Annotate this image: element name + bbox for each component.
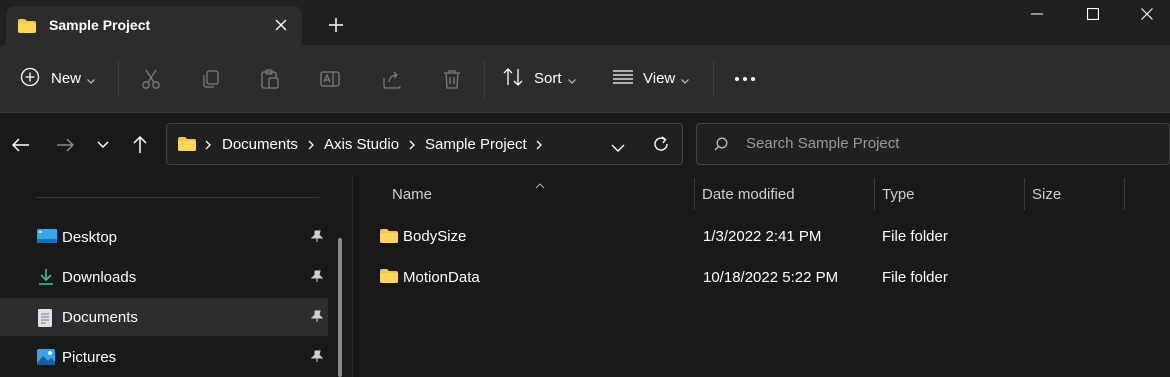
chevron-right-icon[interactable] — [205, 137, 211, 153]
more-icon[interactable] — [734, 45, 756, 112]
pane-divider[interactable] — [352, 176, 353, 377]
cut-icon[interactable] — [140, 45, 162, 112]
column-header-name[interactable]: Name — [392, 186, 432, 203]
file-name: BodySize — [403, 228, 467, 245]
desktop-icon — [37, 228, 57, 246]
close-icon[interactable] — [270, 14, 292, 36]
new-button[interactable]: New — [20, 45, 95, 112]
file-type: File folder — [882, 269, 948, 286]
back-arrow-icon[interactable] — [9, 133, 33, 157]
recent-locations-chevron-icon[interactable] — [91, 133, 115, 157]
pin-icon[interactable] — [310, 270, 324, 286]
pictures-icon — [37, 348, 55, 366]
table-row[interactable]: MotionData 10/18/2022 5:22 PM File folde… — [368, 259, 1148, 297]
breadcrumb-axis-studio[interactable]: Axis Studio — [324, 136, 399, 153]
breadcrumb-documents[interactable]: Documents — [222, 136, 298, 153]
tab-sample-project[interactable]: Sample Project — [6, 6, 302, 45]
title-bar: Sample Project — [0, 0, 1170, 45]
paste-icon[interactable] — [259, 45, 281, 112]
file-type: File folder — [882, 228, 948, 245]
pin-icon[interactable] — [310, 230, 324, 246]
sort-icon — [503, 67, 525, 90]
toolbar-divider — [484, 60, 485, 98]
sort-button[interactable]: Sort — [503, 45, 576, 112]
copy-icon[interactable] — [200, 45, 222, 112]
up-arrow-icon[interactable] — [128, 133, 152, 157]
toolbar-divider — [713, 60, 714, 98]
navigation-bar: Documents Axis Studio Sample Project — [0, 113, 1170, 176]
plus-icon[interactable] — [326, 15, 346, 35]
document-icon — [37, 308, 55, 327]
view-icon — [612, 69, 634, 88]
search-box[interactable] — [696, 123, 1170, 165]
column-header-date-modified[interactable]: Date modified — [702, 186, 795, 203]
sidebar-item-documents[interactable]: Documents — [0, 298, 328, 336]
view-label: View — [643, 70, 676, 87]
folder-icon — [379, 228, 399, 247]
file-date-modified: 1/3/2022 2:41 PM — [703, 228, 822, 245]
column-header-type[interactable]: Type — [882, 186, 915, 203]
sidebar-item-label: Documents — [62, 309, 138, 326]
sidebar-item-label: Pictures — [62, 349, 117, 366]
folder-icon — [17, 18, 37, 37]
chevron-right-icon[interactable] — [536, 137, 542, 153]
column-divider[interactable] — [1124, 178, 1125, 210]
rename-icon[interactable] — [319, 45, 341, 112]
breadcrumb-sample-project[interactable]: Sample Project — [425, 136, 527, 153]
sort-ascending-icon — [535, 176, 545, 192]
sidebar-item-downloads[interactable]: Downloads — [0, 258, 328, 296]
column-header-size[interactable]: Size — [1032, 186, 1061, 203]
chevron-right-icon[interactable] — [409, 137, 415, 153]
chevron-right-icon[interactable] — [308, 137, 314, 153]
address-bar[interactable]: Documents Axis Studio Sample Project — [166, 123, 683, 165]
sidebar-item-pictures[interactable]: Pictures — [0, 338, 328, 376]
forward-arrow-icon[interactable] — [53, 133, 77, 157]
delete-icon[interactable] — [441, 45, 463, 112]
sidebar-item-label: Desktop — [62, 229, 118, 246]
column-divider[interactable] — [874, 178, 875, 210]
download-icon — [37, 268, 55, 286]
view-button[interactable]: View — [612, 45, 690, 112]
chevron-down-icon — [87, 71, 95, 87]
sidebar-item-desktop[interactable]: Desktop — [0, 218, 328, 256]
new-label: New — [51, 70, 82, 87]
chevron-down-icon — [681, 71, 690, 87]
share-icon[interactable] — [381, 45, 403, 112]
address-history-chevron-icon[interactable] — [611, 139, 625, 155]
sidebar-item-label: Downloads — [62, 269, 137, 286]
column-divider[interactable] — [694, 178, 695, 210]
new-icon — [20, 67, 40, 90]
file-name: MotionData — [403, 269, 480, 286]
window-close-icon[interactable] — [1124, 0, 1170, 28]
pin-icon[interactable] — [310, 310, 324, 326]
search-icon — [714, 137, 728, 154]
folder-icon — [379, 268, 399, 287]
maximize-icon[interactable] — [1070, 0, 1116, 28]
sidebar-scrollbar[interactable] — [338, 238, 342, 377]
folder-icon — [177, 136, 197, 155]
sidebar-divider — [36, 197, 319, 198]
sort-label: Sort — [534, 70, 562, 87]
table-row[interactable]: BodySize 1/3/2022 2:41 PM File folder — [368, 218, 1148, 256]
refresh-icon[interactable] — [652, 135, 670, 156]
pin-icon[interactable] — [310, 350, 324, 366]
search-input[interactable] — [746, 135, 1146, 152]
command-bar: New Sort View — [0, 45, 1170, 113]
toolbar-divider — [118, 60, 119, 98]
tab-title: Sample Project — [49, 17, 151, 33]
file-date-modified: 10/18/2022 5:22 PM — [703, 269, 839, 286]
chevron-down-icon — [567, 71, 576, 87]
column-divider[interactable] — [1024, 178, 1025, 210]
minimize-icon[interactable] — [1014, 0, 1060, 28]
